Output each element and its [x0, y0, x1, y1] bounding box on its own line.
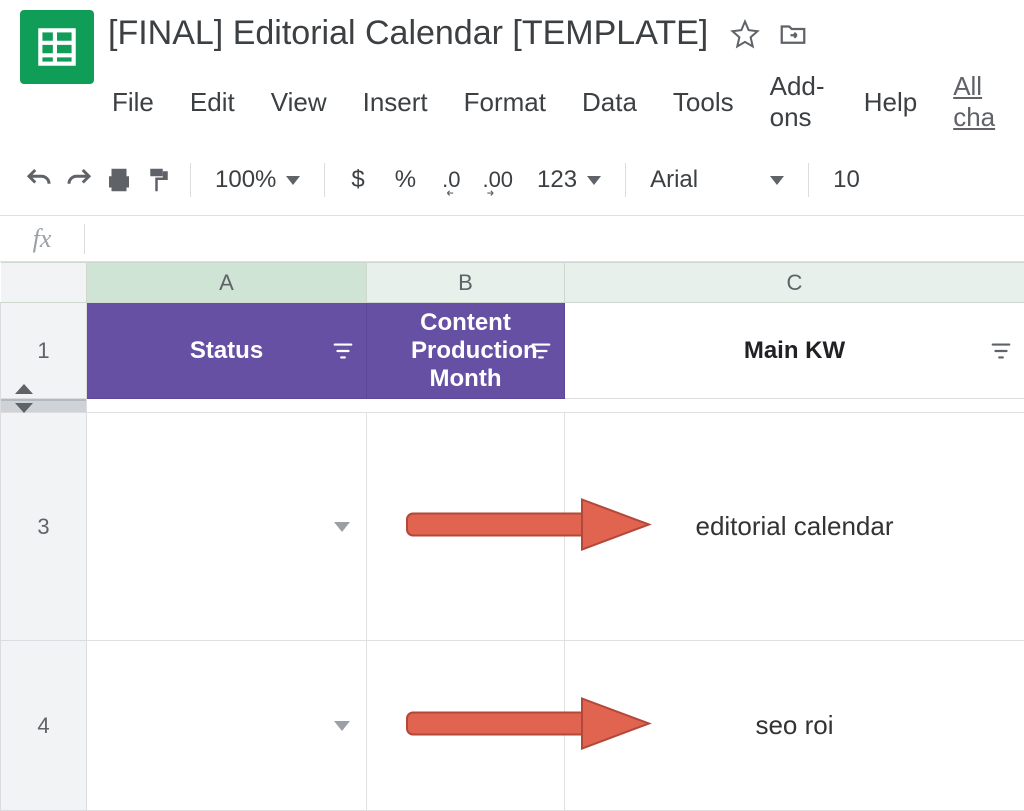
menu-view[interactable]: View	[267, 85, 331, 120]
expand-up-icon[interactable]	[15, 384, 33, 394]
filter-icon[interactable]	[990, 340, 1012, 362]
select-all-corner[interactable]	[1, 263, 87, 303]
menu-insert[interactable]: Insert	[359, 85, 432, 120]
paint-format-icon[interactable]	[144, 165, 174, 195]
column-header-a[interactable]: A	[87, 263, 367, 303]
header-cell-content-month[interactable]: Content Production Month	[367, 303, 565, 399]
row-header-3[interactable]: 3	[1, 413, 87, 641]
move-folder-icon[interactable]	[778, 19, 808, 49]
row-header-4[interactable]: 4	[1, 641, 87, 811]
menu-addons[interactable]: Add-ons	[766, 69, 832, 135]
cell-b3[interactable]	[367, 413, 565, 641]
cell-c3[interactable]: editorial calendar	[565, 413, 1024, 641]
chevron-down-icon	[587, 176, 601, 185]
menu-tools[interactable]: Tools	[669, 85, 738, 120]
expand-down-icon[interactable]	[15, 403, 33, 413]
spreadsheet-grid: A B C 1 Status Content Production Month …	[0, 262, 1024, 811]
formula-bar: fx	[0, 216, 1024, 262]
row-header-1[interactable]: 1	[1, 303, 87, 399]
zoom-value: 100%	[215, 166, 276, 194]
cell-b4[interactable]	[367, 641, 565, 811]
print-icon[interactable]	[104, 165, 134, 195]
sheets-app-icon[interactable]	[20, 10, 94, 84]
cell-a4[interactable]	[87, 641, 367, 811]
menubar: File Edit View Insert Format Data Tools …	[108, 69, 1004, 135]
menu-lastchanges[interactable]: All cha	[949, 69, 1004, 135]
chevron-down-icon	[770, 176, 784, 185]
document-title[interactable]: [FINAL] Editorial Calendar [TEMPLATE]	[108, 14, 708, 53]
zoom-dropdown[interactable]: 100%	[207, 166, 308, 194]
decrease-decimals-button[interactable]: .0	[436, 167, 466, 193]
format-currency-button[interactable]: $	[341, 166, 374, 194]
format-percent-button[interactable]: %	[385, 166, 426, 194]
increase-decimals-button[interactable]: .00	[476, 167, 519, 193]
cell-a3[interactable]	[87, 413, 367, 641]
number-format-dropdown[interactable]: 123	[529, 166, 609, 194]
menu-data[interactable]: Data	[578, 85, 641, 120]
menu-format[interactable]: Format	[460, 85, 550, 120]
header-cell-status[interactable]: Status	[87, 303, 367, 399]
menu-help[interactable]: Help	[860, 85, 921, 120]
toolbar: 100% $ % .0 .00 123 Arial 10	[0, 145, 1024, 216]
column-header-c[interactable]: C	[565, 263, 1024, 303]
font-family-dropdown[interactable]: Arial	[642, 166, 792, 194]
menu-edit[interactable]: Edit	[186, 85, 239, 120]
filter-icon[interactable]	[332, 340, 354, 362]
chevron-down-icon	[286, 176, 300, 185]
filter-icon[interactable]	[530, 340, 552, 362]
dropdown-arrow-icon[interactable]	[334, 721, 350, 731]
star-icon[interactable]	[730, 19, 760, 49]
hidden-rows-indicator[interactable]	[1, 399, 87, 413]
dropdown-arrow-icon[interactable]	[334, 522, 350, 532]
menu-file[interactable]: File	[108, 85, 158, 120]
undo-icon[interactable]	[24, 165, 54, 195]
font-size-dropdown[interactable]: 10	[825, 166, 868, 194]
fx-label: fx	[0, 224, 84, 254]
redo-icon[interactable]	[64, 165, 94, 195]
header-cell-main-kw[interactable]: Main KW	[565, 303, 1024, 399]
cell-c4[interactable]: seo roi	[565, 641, 1024, 811]
column-header-b[interactable]: B	[367, 263, 565, 303]
